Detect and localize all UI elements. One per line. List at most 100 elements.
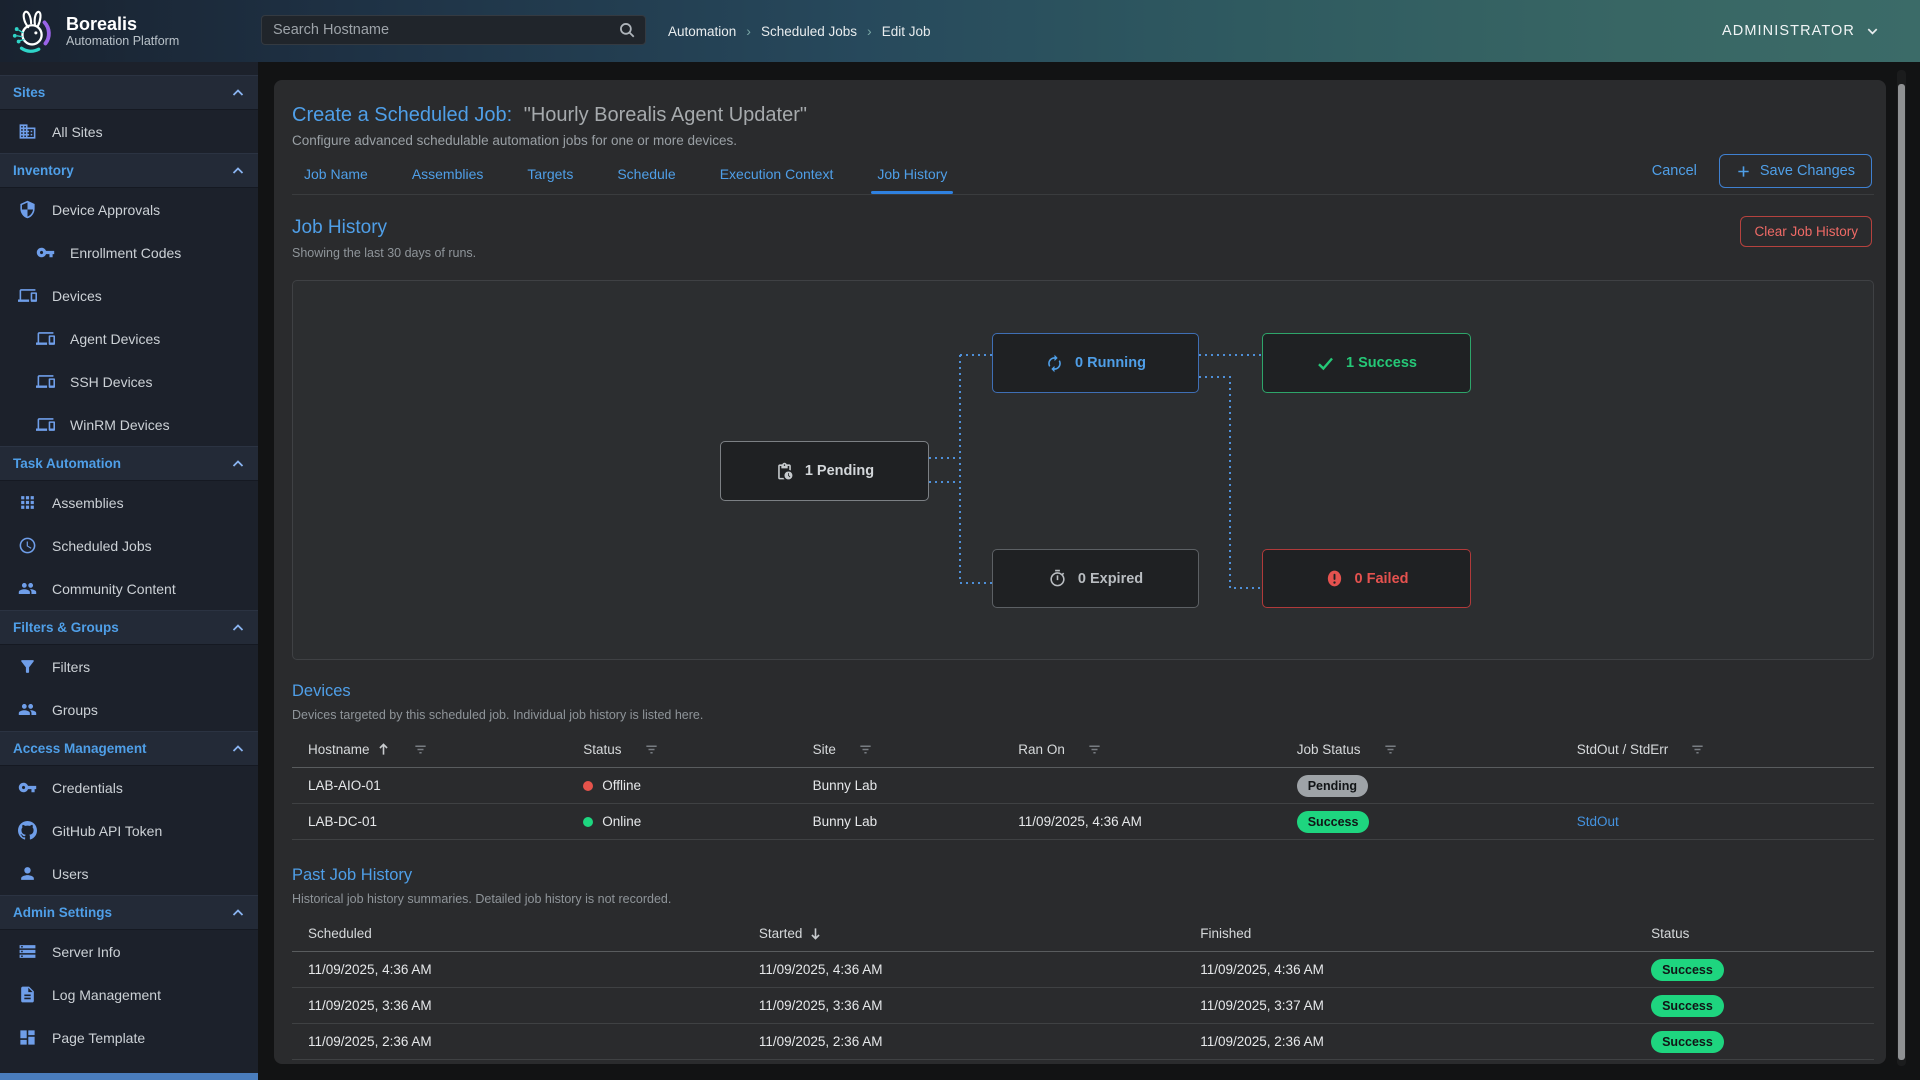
column-filter-icon[interactable]	[1383, 742, 1398, 757]
sidebar-section-header-task-automation[interactable]: Task Automation	[0, 446, 258, 481]
status-badge-success: Success	[1651, 959, 1724, 981]
sidebar-item-device-approvals[interactable]: Device Approvals	[0, 188, 258, 231]
chevron-down-icon	[1865, 24, 1880, 39]
sidebar-section-header-filters-groups[interactable]: Filters & Groups	[0, 610, 258, 645]
sidebar-item-label: Groups	[52, 702, 98, 718]
ran-on-cell: 11/09/2025, 4:36 AM	[1002, 804, 1280, 840]
sidebar-section-header-inventory[interactable]: Inventory	[0, 153, 258, 188]
devices-heading: Devices	[292, 682, 1874, 701]
column-header-status[interactable]: Status	[1635, 918, 1874, 952]
flow-node-pending: 1 Pending	[720, 441, 929, 501]
sidebar-section-header-admin-settings[interactable]: Admin Settings	[0, 895, 258, 930]
past-job-history-subheading: Historical job history summaries. Detail…	[292, 892, 1874, 906]
sidebar-item-label: Community Content	[52, 581, 176, 597]
finished-cell: 11/09/2025, 4:36 AM	[1184, 952, 1635, 988]
devices-icon	[36, 372, 55, 391]
sidebar-item-community-content[interactable]: Community Content	[0, 567, 258, 610]
column-header-finished[interactable]: Finished	[1184, 918, 1635, 952]
save-changes-button[interactable]: Save Changes	[1719, 154, 1872, 188]
sidebar-item-label: SSH Devices	[70, 374, 152, 390]
column-filter-icon[interactable]	[1087, 742, 1102, 757]
sidebar-item-credentials[interactable]: Credentials	[0, 766, 258, 809]
sidebar-item-github-api-token[interactable]: GitHub API Token	[0, 809, 258, 852]
breadcrumb-item-automation[interactable]: Automation	[668, 24, 736, 39]
column-header-hostname[interactable]: Hostname	[292, 734, 567, 768]
chevron-up-icon	[230, 905, 246, 921]
sidebar-section-header-sites[interactable]: Sites	[0, 75, 258, 110]
funnel-icon	[18, 657, 37, 676]
sidebar-item-label: Agent Devices	[70, 331, 160, 347]
sidebar-item-scheduled-jobs[interactable]: Scheduled Jobs	[0, 524, 258, 567]
search-input[interactable]	[262, 22, 618, 38]
sidebar-item-users[interactable]: Users	[0, 852, 258, 895]
stdout-cell: StdOut	[1561, 804, 1874, 840]
sidebar-item-page-template[interactable]: Page Template	[0, 1016, 258, 1059]
clear-job-history-button[interactable]: Clear Job History	[1740, 216, 1872, 247]
column-header-label: Hostname	[308, 742, 370, 757]
column-filter-icon[interactable]	[858, 742, 873, 757]
hostname-search[interactable]	[261, 15, 646, 45]
sidebar-item-label: Log Management	[52, 987, 161, 1003]
chevron-up-icon	[230, 456, 246, 472]
hostname-cell: LAB-AIO-01	[292, 768, 567, 804]
sidebar-item-groups[interactable]: Groups	[0, 688, 258, 731]
sidebar-item-ssh-devices[interactable]: SSH Devices	[0, 360, 258, 403]
site-cell: Bunny Lab	[797, 804, 1003, 840]
device-status-cell: Online	[567, 804, 796, 840]
sidebar-item-server-info[interactable]: Server Info	[0, 930, 258, 973]
check-icon	[1316, 354, 1335, 373]
tab-schedule[interactable]: Schedule	[617, 166, 675, 184]
online-status-dot	[583, 817, 593, 827]
column-header-status[interactable]: Status	[567, 734, 796, 768]
stdout-link[interactable]: StdOut	[1577, 814, 1619, 829]
past-job-history-heading: Past Job History	[292, 866, 1874, 885]
tab-job-name[interactable]: Job Name	[304, 166, 368, 184]
sidebar-item-label: Server Info	[52, 944, 120, 960]
column-header-started[interactable]: Started	[743, 918, 1184, 952]
sidebar-item-all-sites[interactable]: All Sites	[0, 110, 258, 153]
flow-node-running: 0 Running	[992, 333, 1199, 393]
sidebar-item-label: All Sites	[52, 124, 103, 140]
status-badge-success: Success	[1297, 811, 1370, 833]
page-scrollbar-thumb[interactable]	[1898, 84, 1905, 1060]
building-icon	[18, 122, 37, 141]
sidebar-item-filters[interactable]: Filters	[0, 645, 258, 688]
column-header-label: Status	[1651, 926, 1689, 941]
breadcrumb-item-edit-job[interactable]: Edit Job	[882, 24, 931, 39]
sidebar-item-assemblies[interactable]: Assemblies	[0, 481, 258, 524]
sort-descending-icon	[808, 926, 823, 941]
sidebar-item-log-management[interactable]: Log Management	[0, 973, 258, 1016]
tab-execution-context[interactable]: Execution Context	[720, 166, 834, 184]
tab-assemblies[interactable]: Assemblies	[412, 166, 484, 184]
search-icon[interactable]	[618, 21, 636, 39]
status-badge-success: Success	[1651, 995, 1724, 1017]
column-header-label: Finished	[1200, 926, 1251, 941]
flow-node-expired-label: 0 Expired	[1078, 571, 1143, 587]
sidebar-bottom-strip	[0, 1073, 258, 1080]
started-cell: 11/09/2025, 3:36 AM	[743, 988, 1184, 1024]
breadcrumb-item-scheduled-jobs[interactable]: Scheduled Jobs	[761, 24, 857, 39]
sidebar-section-header-access-management[interactable]: Access Management	[0, 731, 258, 766]
devices-subheading: Devices targeted by this scheduled job. …	[292, 708, 1874, 722]
cancel-button[interactable]: Cancel	[1652, 163, 1697, 179]
column-header-scheduled[interactable]: Scheduled	[292, 918, 743, 952]
column-filter-icon[interactable]	[1690, 742, 1705, 757]
column-header-stdout-stderr[interactable]: StdOut / StdErr	[1561, 734, 1874, 768]
column-filter-icon[interactable]	[413, 742, 428, 757]
brand-tagline: Automation Platform	[66, 34, 179, 49]
tab-targets[interactable]: Targets	[527, 166, 573, 184]
column-header-ran-on[interactable]: Ran On	[1002, 734, 1280, 768]
people-icon	[18, 579, 37, 598]
sidebar-item-enrollment-codes[interactable]: Enrollment Codes	[0, 231, 258, 274]
sidebar-item-devices[interactable]: Devices	[0, 274, 258, 317]
column-filter-icon[interactable]	[644, 742, 659, 757]
sidebar-item-winrm-devices[interactable]: WinRM Devices	[0, 403, 258, 446]
column-header-site[interactable]: Site	[797, 734, 1003, 768]
sidebar-item-agent-devices[interactable]: Agent Devices	[0, 317, 258, 360]
save-changes-label: Save Changes	[1760, 163, 1855, 179]
job-status-cell: Success	[1281, 804, 1561, 840]
user-menu[interactable]: ADMINISTRATOR	[1722, 0, 1880, 62]
tab-job-history[interactable]: Job History	[877, 166, 947, 184]
column-header-job-status[interactable]: Job Status	[1281, 734, 1561, 768]
page-subtitle: Configure advanced schedulable automatio…	[292, 133, 1874, 148]
